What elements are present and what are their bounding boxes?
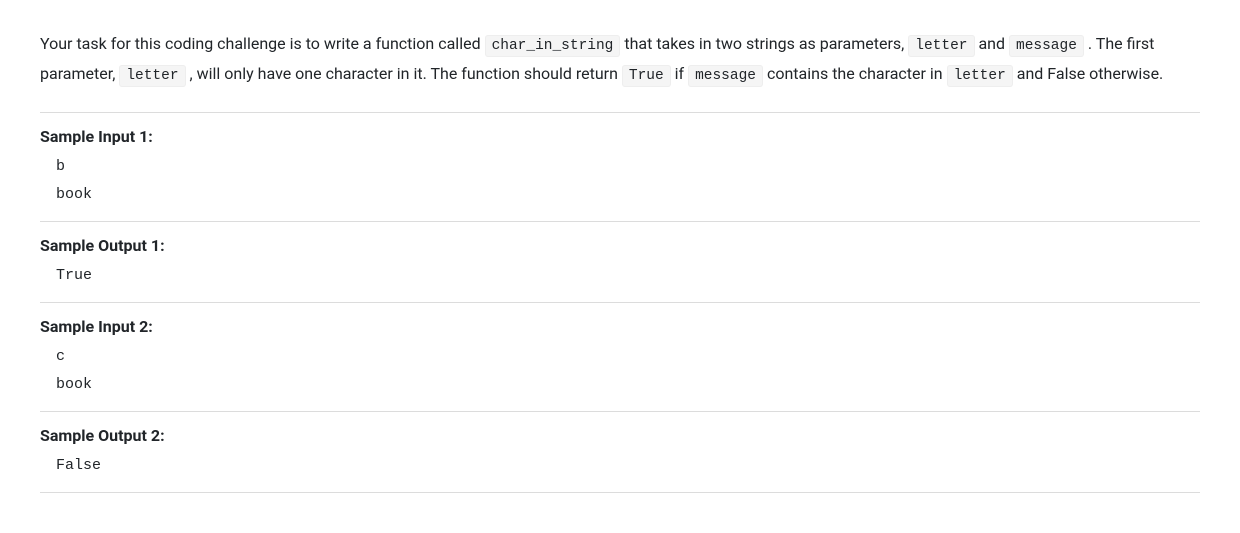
inline-code: letter [908,35,974,57]
problem-text-fragment: contains the character in [763,64,947,83]
inline-code: message [1009,35,1084,57]
problem-text-fragment: and [975,34,1010,53]
page-root: Your task for this coding challenge is t… [0,0,1240,533]
sample-label: Sample Output 2: [40,424,1200,448]
sample-label: Sample Output 1: [40,234,1200,258]
problem-text-fragment: that takes in two strings as parameters, [620,34,908,53]
problem-text-fragment: , will only have one character in it. Th… [186,64,622,83]
inline-code: letter [119,65,185,87]
sample-block: Sample Input 1:b book [40,113,1200,222]
sample-content: True [40,258,1200,290]
problem-statement: Your task for this coding challenge is t… [40,30,1200,90]
inline-code: char_in_string [485,35,621,57]
sample-block: Sample Output 1:True [40,222,1200,303]
sample-content: c book [40,339,1200,399]
problem-text-fragment: if [671,64,688,83]
inline-code: True [622,65,671,87]
inline-code: letter [947,65,1013,87]
sample-content: b book [40,149,1200,209]
sample-content: False [40,448,1200,480]
inline-code: message [688,65,763,87]
sample-label: Sample Input 1: [40,125,1200,149]
samples-container: Sample Input 1:b bookSample Output 1:Tru… [40,112,1200,493]
sample-label: Sample Input 2: [40,315,1200,339]
sample-block: Sample Input 2:c book [40,303,1200,412]
sample-block: Sample Output 2:False [40,412,1200,493]
problem-text-fragment: Your task for this coding challenge is t… [40,34,485,53]
problem-text-fragment: and False otherwise. [1013,64,1163,83]
